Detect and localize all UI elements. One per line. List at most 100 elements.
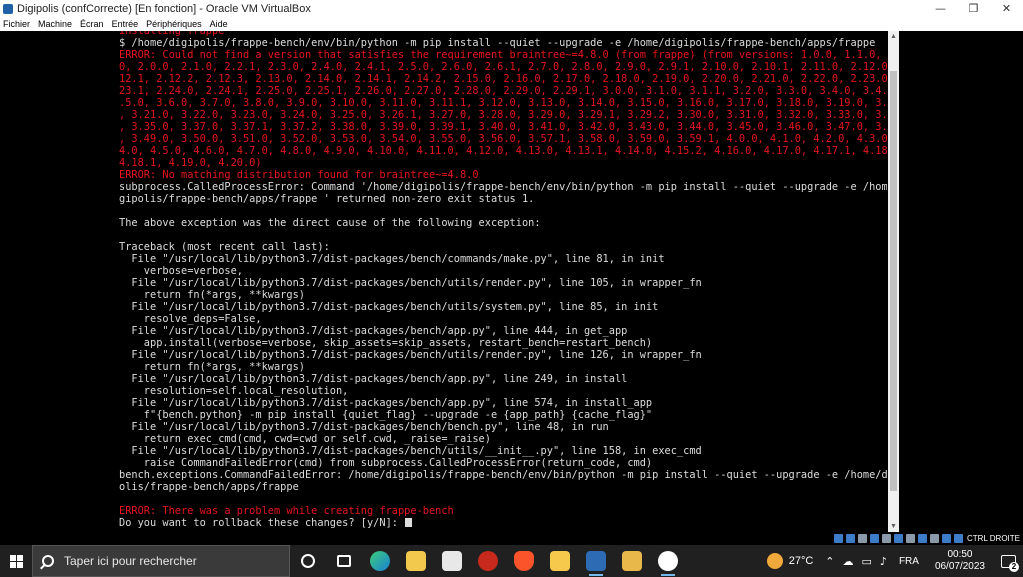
edge-browser-icon xyxy=(370,551,390,571)
volume-icon[interactable]: ♪ xyxy=(880,555,887,568)
minimize-button[interactable]: — xyxy=(924,0,957,17)
windows-taskbar: Taper ici pour rechercher 27°C ⌃ ☁ ▭ ♪ F… xyxy=(0,545,1023,577)
menu-ecran[interactable]: Écran xyxy=(80,19,104,29)
show-hidden-icons-icon[interactable]: ⌃ xyxy=(825,555,834,568)
terminal-line: 12.1, 2.12.2, 2.12.3, 2.13.0, 2.14.0, 2.… xyxy=(119,73,887,85)
terminal-line: 4.18.1, 4.19.0, 4.20.0) xyxy=(119,157,262,169)
cortana-button[interactable] xyxy=(290,545,326,577)
mail-icon xyxy=(442,551,462,571)
taskbar-edge[interactable] xyxy=(362,545,398,577)
scrollbar-thumb[interactable] xyxy=(890,71,897,491)
terminal-line: Do you want to rollback these changes? [… xyxy=(119,517,887,529)
brave-browser-icon xyxy=(514,551,534,571)
search-placeholder: Taper ici pour rechercher xyxy=(64,554,197,568)
terminal-line: ERROR: Could not find a version that sat… xyxy=(119,49,887,61)
menu-entree[interactable]: Entrée xyxy=(112,19,139,29)
clock-date: 06/07/2023 xyxy=(934,561,985,572)
taskbar-app-yellow[interactable] xyxy=(614,545,650,577)
terminal-line: File "/usr/local/lib/python3.7/dist-pack… xyxy=(119,373,628,385)
taskbar-brave[interactable] xyxy=(506,545,542,577)
virtualbox-app-icon[interactable] xyxy=(3,3,13,14)
cpu-icon[interactable] xyxy=(929,534,939,543)
hard-disk-icon[interactable] xyxy=(833,534,843,543)
usb-icon[interactable] xyxy=(881,534,891,543)
menu-aide[interactable]: Aide xyxy=(210,19,228,29)
start-button[interactable] xyxy=(0,545,32,577)
terminal-line: File "/usr/local/lib/python3.7/dist-pack… xyxy=(119,325,628,337)
task-view-icon xyxy=(337,555,351,567)
system-tray: 27°C ⌃ ☁ ▭ ♪ FRA 00:50 06/07/2023 2 xyxy=(766,545,1023,577)
window-title: Digipolis (confCorrecte) [En fonction] -… xyxy=(17,2,311,15)
screen: Digipolis (confCorrecte) [En fonction] -… xyxy=(0,0,1023,577)
window-controls: — ❐ ✕ xyxy=(924,0,1023,17)
terminal-line: return exec_cmd(cmd, cwd=cwd or self.cwd… xyxy=(119,433,491,445)
taskbar-photos[interactable] xyxy=(650,545,686,577)
terminal-line: The above exception was the direct cause… xyxy=(119,217,541,229)
menu-fichier[interactable]: Fichier xyxy=(3,19,30,29)
terminal-line: , 3.49.0, 3.50.0, 3.51.0, 3.52.0, 3.53.0… xyxy=(119,133,887,145)
virtualbox-icon xyxy=(586,551,606,571)
mouse-integration-icon[interactable] xyxy=(941,534,951,543)
terminal-line: .5.0, 3.6.0, 3.7.0, 3.8.0, 3.9.0, 3.10.0… xyxy=(119,97,887,109)
scroll-up-arrow-icon[interactable]: ▲ xyxy=(888,31,899,42)
terminal-line: f"{bench.python} -m pip install {quiet_f… xyxy=(119,409,653,421)
display-icon[interactable] xyxy=(905,534,915,543)
linux-tux-icon xyxy=(622,551,642,571)
search-icon xyxy=(42,555,54,567)
terminal-line: verbose=verbose, xyxy=(119,265,243,277)
terminal-output: Installing frappe $ /home/digipolis/frapp… xyxy=(119,31,887,529)
taskbar-search-box[interactable]: Taper ici pour rechercher xyxy=(32,545,290,577)
clock-time: 00:50 xyxy=(947,549,973,560)
weather-temperature: 27°C xyxy=(788,555,814,567)
terminal-line: File "/usr/local/lib/python3.7/dist-pack… xyxy=(119,349,702,361)
terminal-window[interactable]: Installing frappe $ /home/digipolis/frapp… xyxy=(112,31,899,532)
terminal-line: 4.0, 4.5.0, 4.6.0, 4.7.0, 4.8.0, 4.9.0, … xyxy=(119,145,887,157)
taskbar-mail[interactable] xyxy=(434,545,470,577)
close-button[interactable]: ✕ xyxy=(990,0,1023,17)
optical-drive-icon[interactable] xyxy=(845,534,855,543)
taskbar-virtualbox[interactable] xyxy=(578,545,614,577)
terminal-line: Traceback (most recent call last): xyxy=(119,241,330,253)
terminal-line: app.install(verbose=verbose, skip_assets… xyxy=(119,337,653,349)
terminal-scrollbar[interactable]: ▲ ▼ xyxy=(888,31,899,532)
task-view-button[interactable] xyxy=(326,545,362,577)
restore-button[interactable]: ❐ xyxy=(957,0,990,17)
vbox-status-bar: CTRL DROITE xyxy=(805,532,1023,545)
terminal-line: subprocess.CalledProcessError: Command '… xyxy=(119,181,887,193)
recording-icon[interactable] xyxy=(917,534,927,543)
onedrive-icon[interactable]: ☁ xyxy=(843,555,854,568)
terminal-line: $ /home/digipolis/frappe-bench/env/bin/p… xyxy=(119,37,876,49)
taskbar-folder[interactable] xyxy=(542,545,578,577)
audio-icon[interactable] xyxy=(857,534,867,543)
menu-bar: Fichier Machine Écran Entrée Périphériqu… xyxy=(0,17,1023,31)
menu-machine[interactable]: Machine xyxy=(38,19,72,29)
terminal-line: File "/usr/local/lib/python3.7/dist-pack… xyxy=(119,421,609,433)
notification-center-button[interactable]: 2 xyxy=(993,545,1023,577)
scroll-down-arrow-icon[interactable]: ▼ xyxy=(888,521,899,532)
menu-peripheriques[interactable]: Périphériques xyxy=(146,19,202,29)
folder-icon xyxy=(550,551,570,571)
terminal-line: gipolis/frappe-bench/apps/frappe ' retur… xyxy=(119,193,535,205)
terminal-line: 0, 2.0.0, 2.1.0, 2.2.1, 2.3.0, 2.4.0, 2.… xyxy=(119,61,887,73)
terminal-line: resolution=self.local_resolution, xyxy=(119,385,349,397)
input-language[interactable]: FRA xyxy=(899,556,919,567)
terminal-cursor xyxy=(405,518,413,527)
window-title-bar[interactable]: Digipolis (confCorrecte) [En fonction] -… xyxy=(0,0,1023,17)
terminal-line: resolve_deps=False, xyxy=(119,313,262,325)
terminal-line: return fn(*args, **kwargs) xyxy=(119,361,305,373)
network-icon[interactable] xyxy=(869,534,879,543)
notification-count: 2 xyxy=(1009,562,1019,572)
weather-widget[interactable]: 27°C xyxy=(766,553,814,569)
terminal-line: File "/usr/local/lib/python3.7/dist-pack… xyxy=(119,445,702,457)
keyboard-icon[interactable] xyxy=(953,534,963,543)
taskbar-app-red[interactable] xyxy=(470,545,506,577)
terminal-line: File "/usr/local/lib/python3.7/dist-pack… xyxy=(119,301,659,313)
weather-icon xyxy=(766,553,783,569)
clock[interactable]: 00:50 06/07/2023 xyxy=(935,549,985,573)
taskbar-explorer[interactable] xyxy=(398,545,434,577)
terminal-line: File "/usr/local/lib/python3.7/dist-pack… xyxy=(119,253,665,265)
shared-folder-icon[interactable] xyxy=(893,534,903,543)
network-tray-icon[interactable]: ▭ xyxy=(862,555,872,568)
terminal-line: ERROR: There was a problem while creatin… xyxy=(119,505,454,517)
